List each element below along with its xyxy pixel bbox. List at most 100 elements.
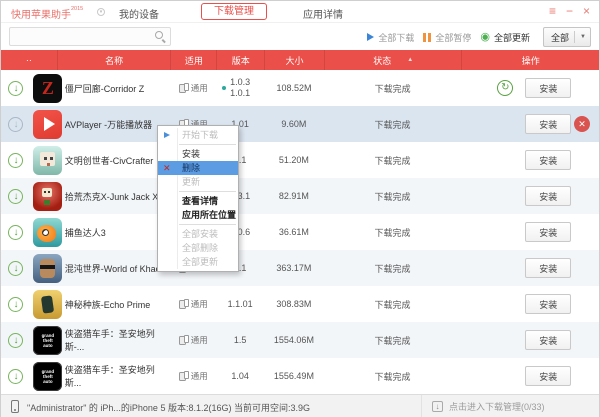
header-version: 版本 <box>216 50 264 70</box>
install-button[interactable]: 安装 <box>525 186 571 206</box>
install-button[interactable]: 安装 <box>525 330 571 350</box>
menu-item-delete-all: 全部删除 <box>158 241 238 255</box>
app-size: 108.52M <box>264 70 324 106</box>
app-icon <box>33 146 62 175</box>
header-action: 操作 <box>461 50 599 70</box>
update-dot-icon <box>222 86 226 90</box>
download-arrow-icon[interactable]: ↓ <box>8 117 23 132</box>
download-all-button[interactable]: 全部下载 <box>367 31 414 44</box>
status-text: 下载完成 <box>324 322 461 358</box>
table-row[interactable]: ↓ grand theft auto 侠盗猎车手：圣安地列斯-... 通用 1.… <box>1 322 599 358</box>
install-button[interactable]: 安装 <box>525 222 571 242</box>
app-icon: grand theft auto <box>33 362 62 391</box>
app-version: 1.04 <box>231 371 249 382</box>
app-size: 1556.49M <box>264 358 324 394</box>
download-arrow-icon[interactable]: ↓ <box>8 153 23 168</box>
header-size: 大小 <box>264 50 324 70</box>
device-icon <box>179 299 189 309</box>
install-button[interactable]: 安装 <box>525 366 571 386</box>
app-size: 308.83M <box>264 286 324 322</box>
app-name: 文明创世者-CivCrafter <box>65 142 171 178</box>
header-select: ·· <box>1 50 57 70</box>
status-text: 下载完成 <box>324 358 461 394</box>
app-name: 侠盗猎车手：圣安地列斯-... <box>65 322 171 358</box>
update-all-button[interactable]: ◉ 全部更新 <box>480 31 530 44</box>
chevron-down-icon: ▼ <box>574 31 586 43</box>
app-version: 1.0.31.0.1 <box>230 77 250 99</box>
device-info: "Administrator" 的 iPh...的iPhone 5 版本:8.1… <box>27 401 310 414</box>
menu-item-view-details[interactable]: 查看详情 <box>158 194 238 208</box>
download-arrow-icon[interactable]: ↓ <box>8 369 23 384</box>
delete-x-icon: ✕ <box>163 161 171 175</box>
device-icon <box>179 335 189 345</box>
download-arrow-icon[interactable]: ↓ <box>8 81 23 96</box>
pause-icon <box>423 33 431 42</box>
app-name: AVPlayer -万能播放器 <box>65 106 171 142</box>
download-arrow-icon[interactable]: ↓ <box>8 297 23 312</box>
install-button[interactable]: 安装 <box>525 150 571 170</box>
title-bar: 快用苹果助手2015 ▾ 我的设备 下载管理 应用详情 ≡ − × <box>1 1 599 23</box>
app-size: 363.17M <box>264 250 324 286</box>
search-input[interactable] <box>9 27 171 46</box>
tab-app-details[interactable]: 应用详情 <box>303 6 343 21</box>
header-status[interactable]: 状态▲ <box>324 50 462 70</box>
table-row[interactable]: ↓ 文明创世者-CivCrafter 通用 1.1 51.20M 下载完成 安装 <box>1 142 599 178</box>
table-row[interactable]: ↓ 拾荒杰克X-Junk Jack X 通用 2.3.1 82.91M 下载完成… <box>1 178 599 214</box>
install-button[interactable]: 安装 <box>525 114 571 134</box>
download-arrow-icon[interactable]: ↓ <box>8 261 23 276</box>
tab-my-device[interactable]: 我的设备 <box>119 6 159 21</box>
minimize-icon[interactable]: − <box>566 4 573 18</box>
menu-item-app-location[interactable]: 应用所在位置 <box>158 208 238 222</box>
menu-item-start-download: 开始下载 <box>158 128 238 142</box>
compat-badge: 通用 <box>179 298 208 310</box>
table-row[interactable]: ↓ Z 僵尸回廊-Corridor Z 通用 1.0.31.0.1 108.52… <box>1 70 599 106</box>
filter-dropdown[interactable]: 全部 ▼ <box>543 27 591 47</box>
download-arrow-icon[interactable]: ↓ <box>8 189 23 204</box>
app-name: 神秘种族-Echo Prime <box>65 286 171 322</box>
pause-all-button[interactable]: 全部暂停 <box>423 31 471 44</box>
menu-separator <box>179 224 236 225</box>
logo-dropdown-icon[interactable]: ▾ <box>97 8 105 16</box>
app-icon <box>33 110 62 139</box>
menu-item-delete[interactable]: ✕删除 <box>158 161 238 175</box>
app-version: 1.1.01 <box>228 299 253 310</box>
app-version: 1.5 <box>234 335 247 346</box>
device-icon <box>179 83 189 93</box>
table-row[interactable]: ↓ 神秘种族-Echo Prime 通用 1.1.01 308.83M 下载完成… <box>1 286 599 322</box>
app-icon <box>33 254 62 283</box>
status-text: 下载完成 <box>324 142 461 178</box>
search-icon[interactable] <box>155 31 163 39</box>
table-row[interactable]: ↓ AVPlayer -万能播放器 通用 1.01 9.60M 下载完成 安装✕ <box>1 106 599 142</box>
install-button[interactable]: 安装 <box>525 294 571 314</box>
phone-icon <box>11 400 19 413</box>
table-body: ↓ Z 僵尸回廊-Corridor Z 通用 1.0.31.0.1 108.52… <box>1 70 599 394</box>
download-manager-entry[interactable]: ↓ 点击进入下载管理(0/33) <box>421 395 599 417</box>
download-arrow-icon[interactable]: ↓ <box>8 225 23 240</box>
table-row[interactable]: ↓ 混沌世界-World of Khaos 通用 1.1 363.17M 下载完… <box>1 250 599 286</box>
app-size: 51.20M <box>264 142 324 178</box>
table-row[interactable]: ↓ grand theft auto 侠盗猎车手：圣安地列斯... 通用 1.0… <box>1 358 599 394</box>
tab-download-manager[interactable]: 下载管理 <box>201 3 267 20</box>
app-name: 捕鱼达人3 <box>65 214 171 250</box>
sort-asc-icon: ▲ <box>407 57 413 63</box>
play-icon <box>367 33 374 41</box>
install-button[interactable]: 安装 <box>525 258 571 278</box>
table-row[interactable]: ↓ 捕鱼达人3 通用 1.0.6 36.61M 下载完成 安装 <box>1 214 599 250</box>
status-text: 下载完成 <box>324 286 461 322</box>
remove-icon[interactable]: ✕ <box>574 116 590 132</box>
menu-item-install[interactable]: 安装 <box>158 147 238 161</box>
app-name: 僵尸回廊-Corridor Z <box>65 70 171 106</box>
app-icon: grand theft auto <box>33 326 62 355</box>
app-icon <box>33 182 62 211</box>
download-arrow-icon[interactable]: ↓ <box>8 333 23 348</box>
logo-year-badge: 2015 <box>71 6 83 12</box>
close-icon[interactable]: × <box>583 4 590 18</box>
redownload-icon[interactable]: ↻ <box>497 80 513 96</box>
context-menu: 开始下载 安装 ✕删除 更新 查看详情 应用所在位置 全部安装 全部删除 全部更… <box>157 125 239 272</box>
window-menu-icon[interactable]: ≡ <box>549 4 556 18</box>
status-text: 下载完成 <box>324 106 461 142</box>
app-size: 1554.06M <box>264 322 324 358</box>
install-button[interactable]: 安装 <box>525 78 571 98</box>
status-text: 下载完成 <box>324 178 461 214</box>
app-icon: Z <box>33 74 62 103</box>
